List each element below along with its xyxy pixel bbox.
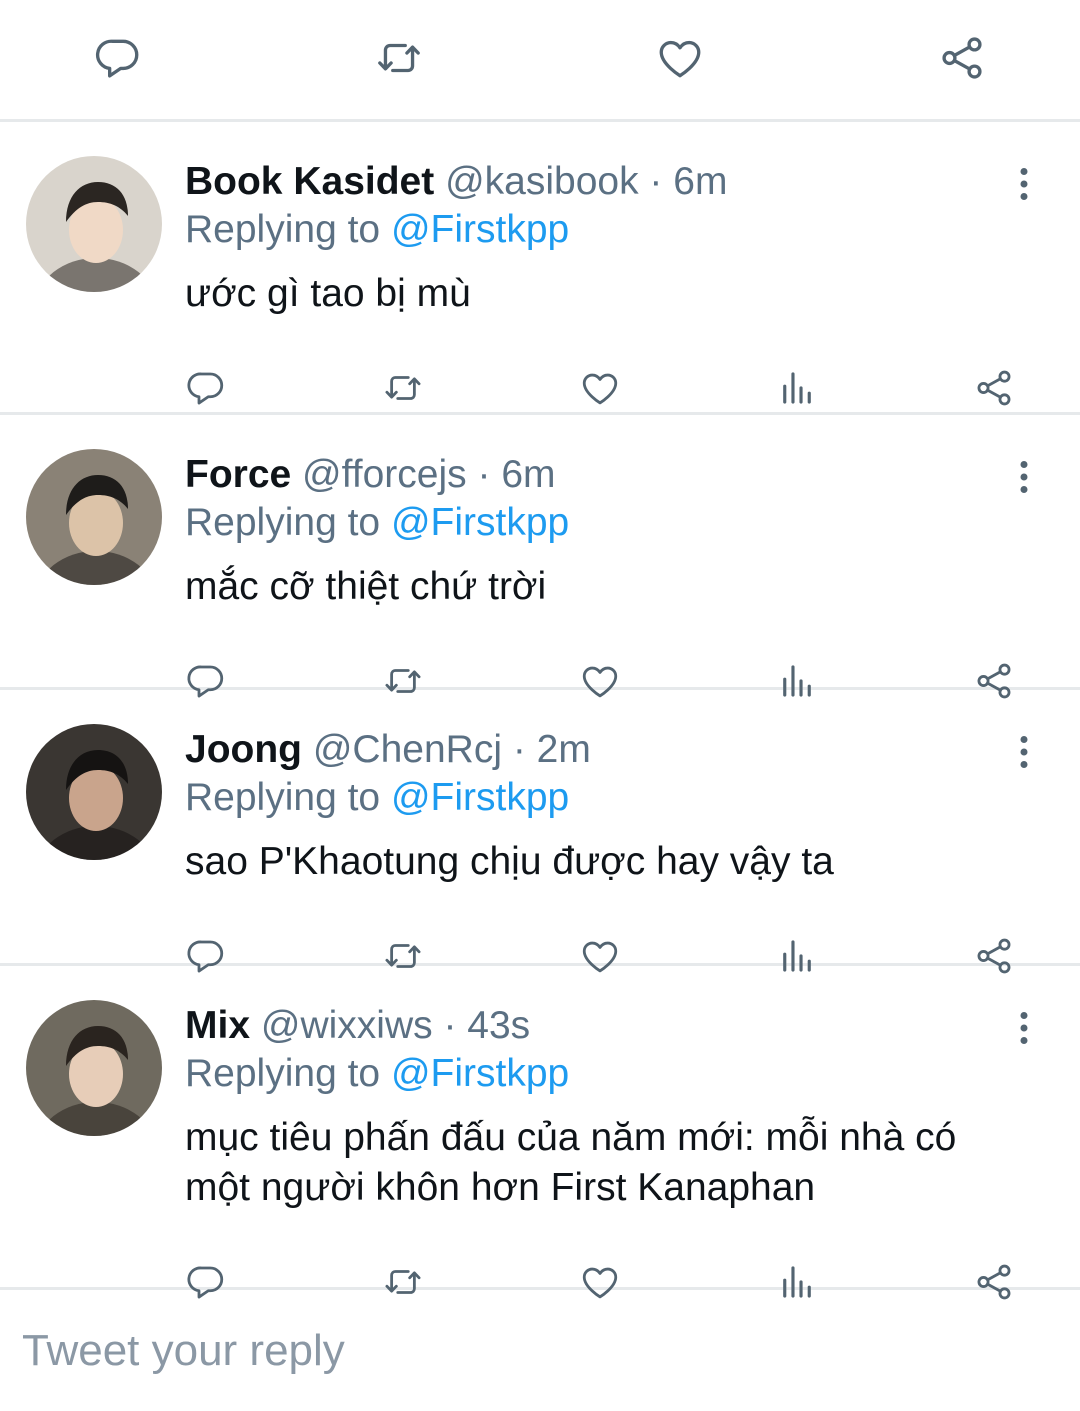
replying-to: Replying to @Firstkpp bbox=[185, 499, 569, 547]
avatar[interactable] bbox=[26, 449, 162, 585]
mention-link[interactable]: @Firstkpp bbox=[391, 1052, 569, 1095]
replying-to: Replying to @Firstkpp bbox=[185, 1050, 569, 1098]
user-handle[interactable]: @wixxiws bbox=[261, 1004, 433, 1047]
separator: · bbox=[443, 1004, 457, 1047]
reply-header: Joong @ChenRcj · 2m bbox=[185, 726, 591, 774]
avatar[interactable] bbox=[26, 1000, 162, 1136]
reply-item[interactable]: Mix @wixxiws · 43s Replying to @Firstkpp… bbox=[0, 966, 1080, 1290]
more-options-icon[interactable] bbox=[1004, 732, 1044, 772]
replying-prefix: Replying to bbox=[185, 1052, 381, 1095]
reply-text: mục tiêu phấn đấu của năm mới: mỗi nhà c… bbox=[185, 1116, 957, 1209]
more-options-icon[interactable] bbox=[1004, 164, 1044, 204]
more-options-icon[interactable] bbox=[1004, 1008, 1044, 1048]
reply-header: Book Kasidet @kasibook · 6m bbox=[185, 158, 727, 206]
replying-to: Replying to @Firstkpp bbox=[185, 774, 569, 822]
reply-icon[interactable] bbox=[93, 33, 143, 83]
analytics-icon[interactable] bbox=[776, 367, 818, 409]
tweet-action-bar bbox=[0, 0, 1080, 122]
user-handle[interactable]: @kasibook bbox=[445, 160, 639, 203]
retweet-icon[interactable] bbox=[374, 33, 424, 83]
separator: · bbox=[649, 160, 663, 203]
user-handle[interactable]: @fforcejs bbox=[302, 453, 467, 496]
reply-text: ước gì tao bị mù bbox=[185, 272, 471, 315]
separator: · bbox=[477, 453, 491, 496]
replying-prefix: Replying to bbox=[185, 501, 381, 544]
separator: · bbox=[512, 728, 526, 771]
timestamp[interactable]: 6m bbox=[501, 453, 555, 496]
share-icon[interactable] bbox=[973, 367, 1015, 409]
user-handle[interactable]: @ChenRcj bbox=[313, 728, 502, 771]
tweet-reply-input[interactable] bbox=[22, 1318, 1022, 1384]
replying-prefix: Replying to bbox=[185, 776, 381, 819]
display-name[interactable]: Joong bbox=[185, 728, 302, 771]
share-icon[interactable] bbox=[937, 33, 987, 83]
display-name[interactable]: Mix bbox=[185, 1004, 250, 1047]
reply-header: Force @fforcejs · 6m bbox=[185, 451, 556, 499]
reply-item[interactable]: Force @fforcejs · 6m Replying to @Firstk… bbox=[0, 415, 1080, 690]
avatar[interactable] bbox=[26, 156, 162, 292]
display-name[interactable]: Force bbox=[185, 453, 291, 496]
reply-item[interactable]: Joong @ChenRcj · 2m Replying to @Firstkp… bbox=[0, 690, 1080, 966]
mention-link[interactable]: @Firstkpp bbox=[391, 501, 569, 544]
timestamp[interactable]: 6m bbox=[673, 160, 727, 203]
replying-prefix: Replying to bbox=[185, 208, 381, 251]
reply-composer bbox=[0, 1290, 1080, 1411]
mention-link[interactable]: @Firstkpp bbox=[391, 776, 569, 819]
timestamp[interactable]: 2m bbox=[537, 728, 591, 771]
more-options-icon[interactable] bbox=[1004, 457, 1044, 497]
replying-to: Replying to @Firstkpp bbox=[185, 206, 569, 254]
like-icon[interactable] bbox=[655, 33, 705, 83]
mention-link[interactable]: @Firstkpp bbox=[391, 208, 569, 251]
like-icon[interactable] bbox=[579, 367, 621, 409]
display-name[interactable]: Book Kasidet bbox=[185, 160, 434, 203]
reply-header: Mix @wixxiws · 43s bbox=[185, 1002, 530, 1050]
avatar[interactable] bbox=[26, 724, 162, 860]
reply-icon[interactable] bbox=[185, 367, 227, 409]
retweet-icon[interactable] bbox=[382, 367, 424, 409]
reply-item[interactable]: Book Kasidet @kasibook · 6m Replying to … bbox=[0, 122, 1080, 415]
timestamp[interactable]: 43s bbox=[467, 1004, 530, 1047]
reply-text: sao P'Khaotung chịu được hay vậy ta bbox=[185, 840, 834, 883]
reply-text: mắc cỡ thiệt chứ trời bbox=[185, 565, 547, 608]
